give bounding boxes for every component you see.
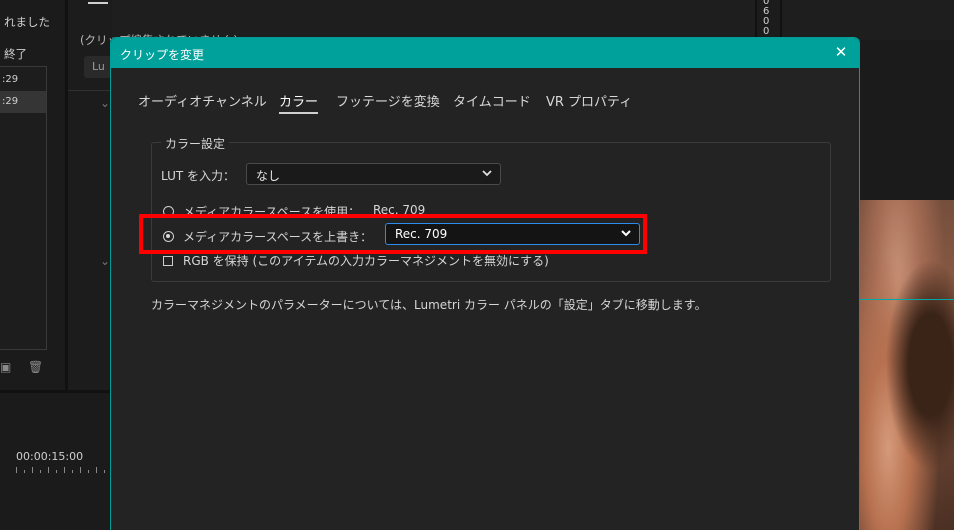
tab-indicator — [88, 2, 108, 4]
lut-value: なし — [256, 169, 281, 183]
chevron-down-icon[interactable]: ⌄ — [100, 96, 110, 110]
bin-icon[interactable]: ▣ — [0, 360, 11, 374]
list-item-selected[interactable]: :29 — [0, 91, 46, 113]
panel-text: れました — [4, 15, 50, 29]
panel-text: 終了 — [4, 47, 27, 61]
chevron-down-icon — [621, 230, 631, 237]
trash-icon[interactable]: 🗑 — [28, 360, 43, 374]
override-colorspace-dropdown[interactable]: Rec. 709 — [385, 223, 640, 245]
chevron-down-icon — [482, 170, 492, 177]
override-colorspace-radio[interactable] — [163, 231, 174, 242]
meter-digit: 0 — [763, 26, 770, 37]
tab-vr-properties[interactable]: VR プロパティ — [546, 91, 632, 110]
video-preview — [860, 200, 954, 530]
color-settings-title: カラー設定 — [161, 135, 230, 152]
dialog-title: クリップを変更 — [120, 48, 205, 62]
lut-label: LUT を入力： — [161, 169, 236, 183]
dialog-title-bar[interactable]: クリップを変更 ✕ — [111, 38, 859, 68]
timeline-panel: 00:00:15:00 — [0, 393, 112, 530]
use-media-colorspace-radio[interactable] — [163, 206, 174, 217]
override-colorspace-label: メディアカラースペースを上書き： — [183, 230, 373, 244]
clip-list: :29 :29 — [0, 66, 47, 350]
divider — [68, 90, 112, 91]
safe-margin-guide — [860, 299, 954, 300]
use-media-colorspace-label: メディアカラースペースを使用： — [183, 205, 361, 219]
tab-interpret-footage[interactable]: フッテージを変換 — [336, 91, 440, 110]
override-colorspace-value: Rec. 709 — [395, 227, 448, 241]
tab-timecode[interactable]: タイムコード — [453, 91, 531, 110]
project-panel: れました 終了 :29 :29 ▣ 🗑 — [0, 0, 65, 390]
audio-meter: 0 6 0 0 — [755, 0, 782, 40]
program-panel — [860, 40, 954, 200]
timecode-label: 00:00:15:00 — [16, 450, 84, 463]
list-item[interactable]: :29 — [0, 69, 46, 91]
modify-clip-dialog: クリップを変更 ✕ オーディオチャンネル カラー フッテージを変換 タイムコード… — [110, 37, 860, 530]
lut-dropdown[interactable]: なし — [246, 163, 501, 185]
media-colorspace-value: Rec. 709 — [373, 203, 426, 217]
preserve-rgb-checkbox[interactable] — [163, 256, 173, 266]
time-ruler[interactable] — [0, 465, 112, 473]
tab-audio-channels[interactable]: オーディオチャンネル — [138, 91, 267, 110]
preserve-rgb-label: RGB を保持 (このアイテムの入力カラーマネジメントを無効にする) — [183, 254, 549, 268]
close-icon[interactable]: ✕ — [832, 43, 850, 61]
color-management-note: カラーマネジメントのパラメーターについては、Lumetri カラー パネルの「設… — [151, 298, 707, 312]
chevron-down-icon[interactable]: ⌄ — [100, 254, 110, 268]
tab-color[interactable]: カラー — [279, 91, 319, 114]
